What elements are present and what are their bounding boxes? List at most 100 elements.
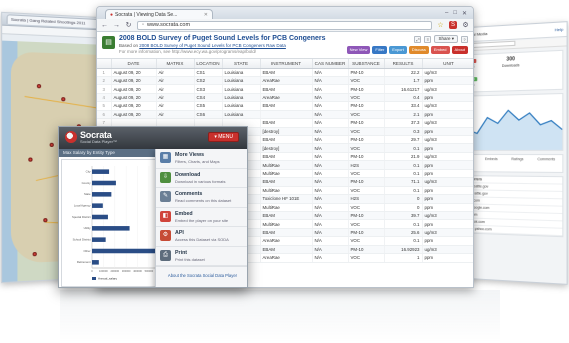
table-cell: 0.1 xyxy=(384,169,423,179)
based-on-link[interactable]: 2008 BOLD Survey of Puget Sound Levels f… xyxy=(139,43,286,48)
column-header[interactable]: LOCATION xyxy=(194,59,223,69)
player-menu-item[interactable]: ✎ Comments Read comments on this dataset xyxy=(156,188,247,208)
bookmark-star-icon[interactable]: ☆ xyxy=(437,21,444,29)
player-menu-item-title: Download xyxy=(175,171,201,178)
map-pin[interactable] xyxy=(49,142,54,147)
fullscreen-icon[interactable]: ⤢ xyxy=(414,35,422,43)
about-player-link[interactable]: About the Socrata Social Data Player xyxy=(156,266,247,278)
x-tick-label: 300000 xyxy=(122,269,131,273)
forward-icon[interactable]: → xyxy=(113,22,120,29)
dataset-action-button[interactable]: Export xyxy=(389,46,407,54)
stat-label: Downloads xyxy=(501,63,520,69)
table-cell: N/A xyxy=(312,245,349,255)
row-number: 5 xyxy=(97,101,112,111)
table-row[interactable]: 2 August 09, 20 Air CS2 Louisiana AreaRae N/A V… xyxy=(97,76,473,86)
dataset-action-button[interactable]: Embed xyxy=(430,46,450,54)
column-header[interactable]: INSTRUMENT xyxy=(260,59,313,69)
table-cell: ppm xyxy=(422,110,473,120)
dataset-action-button[interactable]: Filter xyxy=(372,46,388,54)
x-tick-label: 200000 xyxy=(110,269,119,273)
table-cell: ug/m3 xyxy=(422,101,473,111)
table-cell: August 09, 20 xyxy=(111,68,157,77)
table-cell: N/A xyxy=(312,211,349,221)
tab-close-icon[interactable]: ✕ xyxy=(204,12,208,18)
map-pin[interactable] xyxy=(36,84,42,89)
column-header[interactable]: SUBSTANCE xyxy=(348,59,385,69)
player-brand-block: Socrata Social Data Player™ xyxy=(80,130,117,144)
dataset-action-button[interactable]: New View xyxy=(346,46,371,54)
column-header[interactable]: MATRIX xyxy=(156,59,195,69)
maximize-icon[interactable]: □ xyxy=(453,10,457,17)
player-menu-item[interactable]: ◧ Embed Embed the player on your site xyxy=(156,208,247,227)
table-cell: ppm xyxy=(422,127,473,137)
table-cell: VOC xyxy=(348,93,385,103)
dataset-action-button[interactable]: About xyxy=(451,46,468,54)
close-window-icon[interactable]: ✕ xyxy=(462,10,467,17)
share-button[interactable]: Share ▾ xyxy=(434,35,458,43)
minimize-icon[interactable]: – xyxy=(445,10,448,17)
table-cell: CS5 xyxy=(194,101,223,111)
wrench-icon[interactable]: ⚙ xyxy=(462,21,469,29)
table-row[interactable]: 6 August 09, 20 Air CS6 Louisiana N/A VOC 2.1 pp… xyxy=(97,110,473,120)
table-cell: PM-10 xyxy=(348,211,385,221)
table-cell: CS1 xyxy=(194,68,223,77)
help-icon[interactable]: ? xyxy=(461,35,468,43)
row-number: 6 xyxy=(97,110,112,120)
table-cell: ppm xyxy=(422,236,473,246)
table-row[interactable]: 5 August 09, 20 Air CS5 Louisiana EBAM N/A PM-1… xyxy=(97,101,473,111)
table-cell: EBAM xyxy=(260,84,313,94)
bar xyxy=(92,248,161,254)
footer-stat-embeds: Embeds xyxy=(484,157,498,162)
column-header[interactable]: CAS NUMBER xyxy=(312,59,349,69)
browser-titlebar: ● Socrata | Viewing Data Se... ✕ – □ ✕ xyxy=(97,7,473,19)
table-cell: ppm xyxy=(422,203,473,212)
screenshot-stage: Socrata | Gang Related Shootings 2011 Ke… xyxy=(0,0,569,343)
table-cell: 2.1 xyxy=(384,110,423,120)
share-label: Share xyxy=(438,36,451,41)
table-cell: 0.1 xyxy=(384,186,423,196)
bar xyxy=(92,192,112,197)
y-category-label: Utility xyxy=(84,226,91,230)
player-menu-item[interactable]: ▦ More Views Filters, Charts, and Maps xyxy=(156,149,247,169)
table-cell: EBAM xyxy=(260,228,313,238)
dashboard-nav-help[interactable]: Help xyxy=(555,27,564,33)
table-cell: [destroy] xyxy=(260,127,313,137)
dataset-action-button[interactable]: Discuss xyxy=(408,46,429,54)
column-header[interactable]: DATE xyxy=(111,59,157,69)
table-cell: ppm xyxy=(422,186,473,196)
column-header[interactable]: UNIT xyxy=(422,59,473,69)
table-cell: 25.6 xyxy=(384,228,423,238)
extension-icon[interactable]: S xyxy=(449,21,457,29)
player-menu-item[interactable]: ⇩ Download Download in various formats xyxy=(156,169,247,188)
table-cell: Air xyxy=(156,84,195,94)
table-cell: PM-10 xyxy=(348,228,385,238)
table-cell: 0.1 xyxy=(384,143,423,153)
browser-tab[interactable]: ● Socrata | Viewing Data Se... ✕ xyxy=(105,9,213,19)
comments-icon: ✎ xyxy=(160,191,171,202)
column-header[interactable]: RESULTS xyxy=(384,59,423,69)
player-menu-item[interactable]: ⎙ Print Print this dataset xyxy=(156,247,247,266)
table-cell: ug/m3 xyxy=(422,118,473,128)
back-icon[interactable]: ← xyxy=(101,22,108,29)
table-row[interactable]: 3 August 09, 20 Air CS3 Louisiana EBAM N/A PM-1… xyxy=(97,84,473,94)
player-menu-text: Comments Read comments on this dataset xyxy=(175,191,231,203)
player-menu-item[interactable]: ⚙ API Access this Dataset via SODA xyxy=(156,227,247,247)
table-cell: EBAM xyxy=(260,68,313,77)
table-cell: VOC xyxy=(348,186,385,196)
table-cell: 0 xyxy=(384,203,423,212)
table-cell: N/A xyxy=(312,143,349,153)
map-pin[interactable] xyxy=(28,157,33,162)
list-icon[interactable]: ≡ xyxy=(424,35,432,43)
table-cell: Louisiana xyxy=(222,84,261,94)
table-row[interactable]: 1 August 09, 20 Air CS1 Louisiana EBAM N/A PM-1… xyxy=(97,68,473,77)
address-bar[interactable]: ▫ www.socrata.com xyxy=(137,20,432,30)
column-header[interactable]: STATE xyxy=(222,59,261,69)
map-pin[interactable] xyxy=(61,97,66,102)
row-number: 4 xyxy=(97,93,112,103)
row-number-header[interactable] xyxy=(97,59,112,69)
player-menu-text: API Access this Dataset via SODA xyxy=(175,230,229,242)
reload-icon[interactable]: ↻ xyxy=(125,21,132,29)
player-menu-button[interactable]: ▾ MENU xyxy=(208,132,239,142)
table-row[interactable]: 4 August 09, 20 Air CS4 Louisiana AreaRae N/A V… xyxy=(97,93,473,103)
table-cell: 71.1 xyxy=(384,177,423,187)
